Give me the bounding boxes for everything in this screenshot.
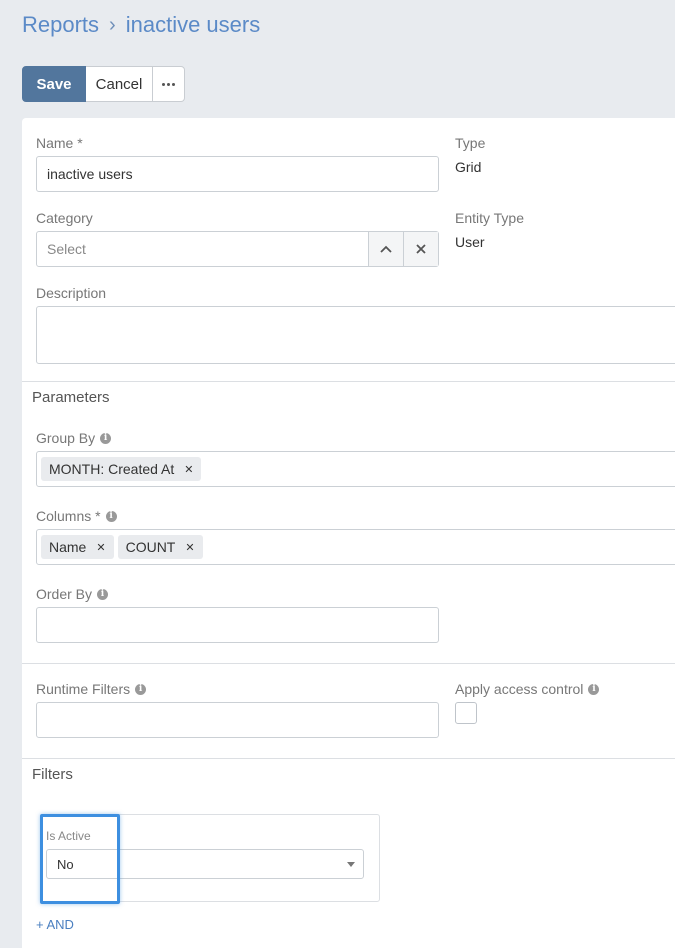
category-placeholder: Select	[47, 241, 86, 257]
breadcrumb-reports-link[interactable]: Reports	[22, 12, 99, 38]
columns-tag-label: Name	[49, 539, 87, 555]
columns-tag-label: COUNT	[125, 539, 176, 555]
order-by-input[interactable]	[36, 607, 439, 643]
name-input[interactable]: inactive users	[36, 156, 439, 192]
group-by-tag-label: MONTH: Created At	[49, 461, 175, 477]
remove-tag-icon[interactable]: ✕	[184, 463, 193, 476]
focus-highlight	[40, 814, 120, 904]
more-actions-button[interactable]	[153, 66, 185, 102]
name-label: Name *	[36, 135, 83, 151]
toolbar: Save Cancel	[22, 66, 185, 102]
runtime-filters-label: Runtime Filters i	[36, 681, 147, 697]
info-icon: i	[588, 683, 600, 695]
type-label: Type	[455, 135, 486, 151]
chevron-up-icon	[380, 245, 392, 253]
remove-tag-icon[interactable]: ✕	[185, 541, 194, 554]
description-textarea[interactable]	[36, 306, 675, 364]
columns-input[interactable]: Name ✕ COUNT ✕	[36, 529, 675, 565]
category-expand-button[interactable]	[368, 232, 403, 266]
access-control-label: Apply access control i	[455, 681, 600, 697]
category-clear-button[interactable]	[403, 232, 438, 266]
breadcrumb-separator: ›	[109, 13, 116, 36]
remove-tag-icon[interactable]: ✕	[96, 541, 105, 554]
group-by-tag: MONTH: Created At ✕	[41, 457, 202, 481]
caret-down-icon	[347, 862, 355, 867]
info-icon: i	[135, 683, 147, 695]
description-label: Description	[36, 285, 107, 301]
category-select[interactable]: Select	[36, 231, 439, 267]
group-by-input[interactable]: MONTH: Created At ✕	[36, 451, 675, 487]
order-by-label-text: Order By	[36, 586, 93, 602]
info-icon: i	[105, 510, 117, 522]
runtime-filters-input[interactable]	[36, 702, 439, 738]
entity-type-value: User	[455, 234, 485, 250]
columns-label-text: Columns *	[36, 508, 101, 524]
breadcrumb-current: inactive users	[125, 12, 261, 37]
info-icon: i	[97, 588, 109, 600]
name-input-value: inactive users	[47, 166, 133, 182]
info-icon: i	[100, 432, 112, 444]
category-label: Category	[36, 210, 93, 226]
cancel-button[interactable]: Cancel	[86, 66, 153, 102]
filters-title: Filters	[32, 766, 73, 783]
columns-tag: Name ✕	[41, 535, 114, 559]
entity-type-label: Entity Type	[455, 210, 525, 226]
save-button[interactable]: Save	[22, 66, 86, 102]
access-control-checkbox[interactable]	[455, 702, 477, 724]
type-value: Grid	[455, 159, 482, 175]
divider	[22, 758, 675, 759]
columns-label: Columns * i	[36, 508, 117, 524]
divider	[22, 663, 675, 664]
report-form-panel: Name * inactive users Type Grid Category…	[22, 118, 675, 948]
close-icon	[416, 244, 426, 254]
columns-tag: COUNT ✕	[117, 535, 203, 559]
breadcrumb: Reports › inactive users	[22, 12, 260, 38]
group-by-label-text: Group By	[36, 430, 96, 446]
access-control-label-text: Apply access control	[455, 681, 584, 697]
parameters-title: Parameters	[32, 389, 110, 406]
more-dots-icon	[162, 82, 175, 86]
group-by-label: Group By i	[36, 430, 112, 446]
order-by-label: Order By i	[36, 586, 109, 602]
add-and-filter-link[interactable]: + AND	[36, 917, 74, 932]
runtime-filters-label-text: Runtime Filters	[36, 681, 131, 697]
divider	[22, 381, 675, 382]
